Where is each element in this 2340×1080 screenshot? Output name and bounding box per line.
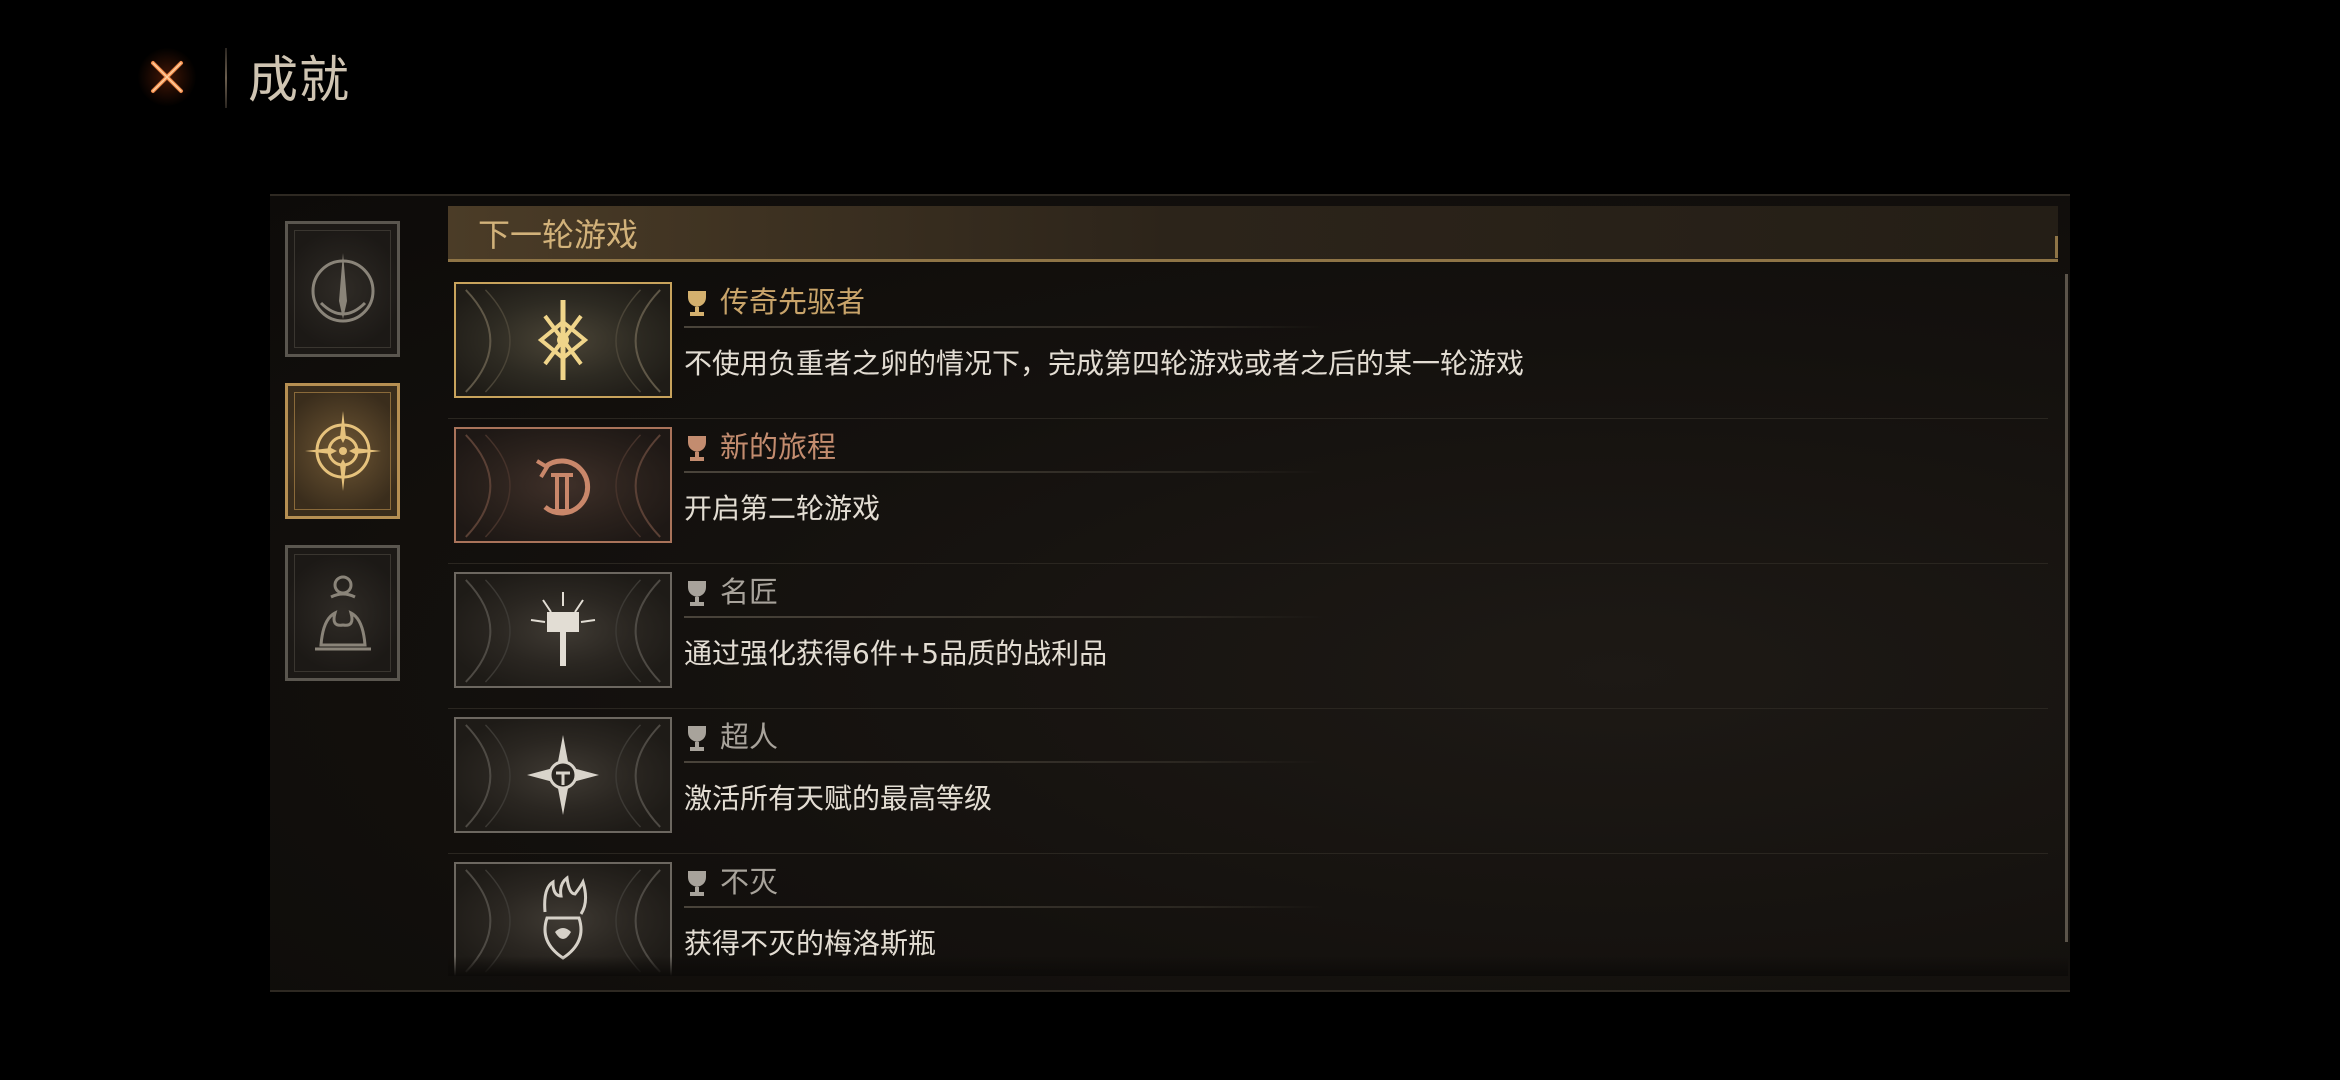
star-compass-icon (527, 735, 599, 815)
achievement-description: 通过强化获得6件+5品质的战利品 (684, 637, 1108, 670)
achievement-item[interactable]: 新的旅程 开启第二轮游戏 (448, 419, 2048, 564)
achievement-description: 不使用负重者之卵的情况下，完成第四轮游戏或者之后的某一轮游戏 (684, 347, 1525, 380)
flame-flask-icon (543, 875, 588, 960)
achievement-divider (684, 326, 1324, 328)
achievement-name: 新的旅程 (720, 430, 837, 464)
achievement-name: 传奇先驱者 (720, 285, 866, 319)
category-tab-compass[interactable] (285, 383, 400, 519)
achievement-divider (684, 471, 1324, 473)
trophy-icon (688, 291, 706, 316)
trophy-icon (688, 871, 706, 896)
achievement-name: 不灭 (720, 865, 779, 899)
achievement-icon-frame (454, 572, 672, 688)
achievements-screen: 成就 下一轮游戏 传奇先驱者 不使用负重者之卵的情况下，完成第四轮游戏或者之后的… (0, 0, 2340, 1080)
flame-altar-icon (314, 575, 371, 651)
achievement-item[interactable]: 名匠 通过强化获得6件+5品质的战利品 (448, 564, 2048, 709)
achievement-item[interactable]: 超人 激活所有天赋的最高等级 (448, 709, 2048, 854)
list-scrollbar[interactable] (2065, 274, 2068, 942)
category-tab-spire[interactable] (285, 221, 400, 357)
radiant-hammer-icon (530, 592, 596, 666)
list-fade-overlay (448, 956, 2068, 976)
section-title: 下一轮游戏 (478, 216, 639, 254)
achievement-divider (684, 761, 1324, 763)
section-header: 下一轮游戏 (448, 206, 2058, 262)
achievement-description: 激活所有天赋的最高等级 (684, 782, 993, 815)
achievement-description: 开启第二轮游戏 (684, 492, 881, 525)
achievement-divider (684, 906, 1324, 908)
achievement-icon-frame (454, 717, 672, 833)
close-button[interactable] (138, 48, 196, 106)
page-title: 成就 (248, 51, 350, 109)
rune-sigil-icon (537, 300, 589, 380)
achievement-icon-frame (454, 427, 672, 543)
achievement-list: 传奇先驱者 不使用负重者之卵的情况下，完成第四轮游戏或者之后的某一轮游戏 新的旅… (448, 274, 2048, 976)
achievement-list-area[interactable]: 下一轮游戏 传奇先驱者 不使用负重者之卵的情况下，完成第四轮游戏或者之后的某一轮… (448, 206, 2068, 976)
header-divider (225, 48, 227, 108)
achievement-icon-frame (454, 282, 672, 398)
achievement-divider (684, 616, 1324, 618)
cycle-two-icon (535, 458, 591, 516)
trophy-icon (688, 581, 706, 606)
achievement-name: 超人 (720, 720, 779, 754)
achievement-item[interactable]: 传奇先驱者 不使用负重者之卵的情况下，完成第四轮游戏或者之后的某一轮游戏 (448, 274, 2048, 419)
close-x-icon (151, 61, 183, 93)
category-tab-altar[interactable] (285, 545, 400, 681)
spire-rune-icon (311, 253, 374, 323)
trophy-icon (688, 726, 706, 751)
achievement-name: 名匠 (720, 575, 779, 609)
compass-sun-icon (304, 411, 381, 491)
category-tabs (285, 221, 400, 707)
trophy-icon (688, 436, 706, 461)
achievements-panel: 下一轮游戏 传奇先驱者 不使用负重者之卵的情况下，完成第四轮游戏或者之后的某一轮… (270, 194, 2070, 992)
